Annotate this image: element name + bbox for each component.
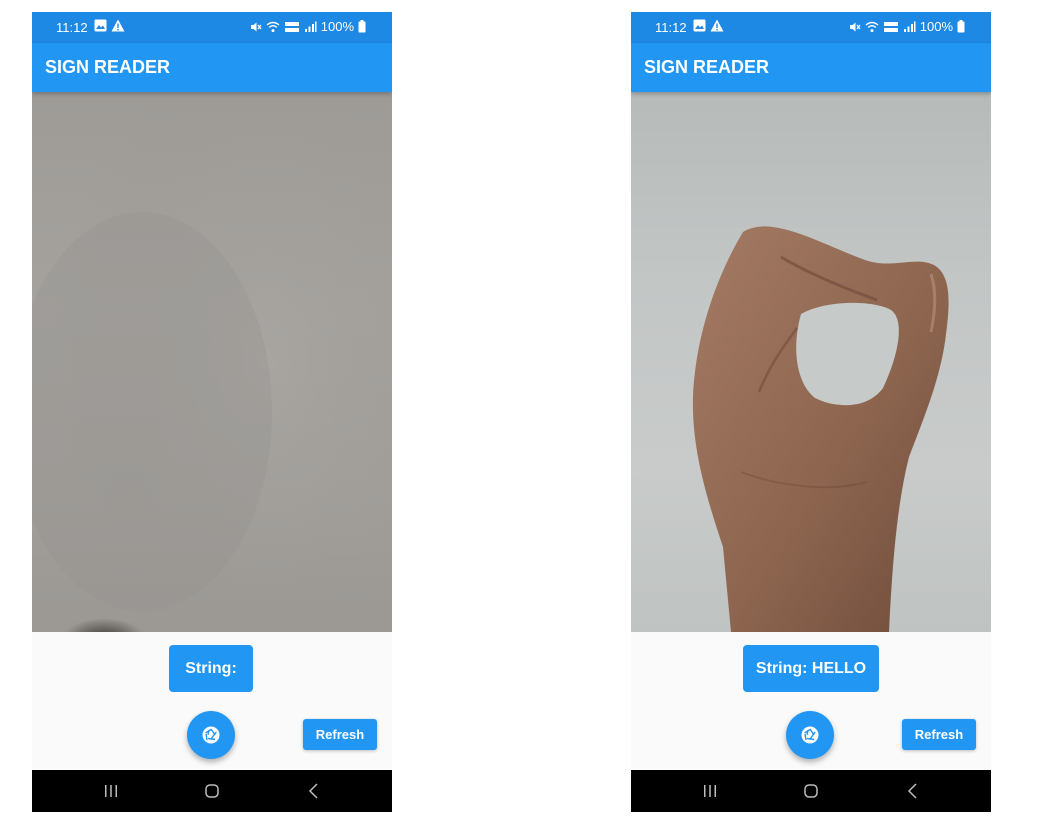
camera-shutter-icon: [801, 726, 819, 744]
refresh-button[interactable]: Refresh: [303, 719, 377, 750]
app-bar: SIGN READER: [32, 43, 392, 92]
volte-icon: [284, 21, 299, 32]
status-bar: 11:12 100%: [32, 12, 392, 43]
battery-icon: [358, 20, 366, 33]
string-output-chip[interactable]: String: HELLO: [743, 645, 879, 692]
gallery-icon: [94, 19, 107, 32]
camera-shutter-icon: [202, 726, 220, 744]
string-output-chip[interactable]: String:: [169, 645, 253, 692]
recent-apps-icon[interactable]: [100, 780, 122, 802]
capture-button[interactable]: [786, 711, 834, 759]
recent-apps-icon[interactable]: [699, 780, 721, 802]
phone-screen-right: 11:12 100% SIGN READER String: HELLO Ref…: [631, 12, 991, 812]
wifi-icon: [266, 21, 280, 32]
app-bar: SIGN READER: [631, 43, 991, 92]
system-nav-bar: [631, 770, 991, 812]
app-title: SIGN READER: [45, 57, 171, 77]
battery-percent: 100%: [919, 19, 953, 34]
wifi-icon: [865, 21, 879, 32]
back-icon[interactable]: [902, 780, 924, 802]
camera-feed-image: [32, 92, 392, 632]
app-title: SIGN READER: [644, 57, 770, 77]
camera-preview: [631, 92, 991, 632]
mute-icon: [849, 22, 861, 31]
mute-icon: [250, 22, 262, 31]
camera-preview: [32, 92, 392, 632]
signal-icon: [903, 21, 916, 32]
gallery-icon: [693, 19, 706, 32]
warning-icon: [111, 19, 125, 32]
signal-icon: [304, 21, 317, 32]
status-bar: 11:12 100%: [631, 12, 991, 43]
phone-screen-left: 11:12 100% SIGN READER String: Refresh: [32, 12, 392, 812]
camera-feed-image: [692, 226, 949, 632]
home-icon[interactable]: [800, 780, 822, 802]
volte-icon: [883, 21, 898, 32]
refresh-button[interactable]: Refresh: [902, 719, 976, 750]
home-icon[interactable]: [201, 780, 223, 802]
status-time: 11:12: [56, 20, 88, 35]
capture-button[interactable]: [187, 711, 235, 759]
status-time: 11:12: [655, 20, 687, 35]
battery-icon: [957, 20, 965, 33]
back-icon[interactable]: [303, 780, 325, 802]
warning-icon: [710, 19, 724, 32]
battery-percent: 100%: [320, 19, 354, 34]
system-nav-bar: [32, 770, 392, 812]
